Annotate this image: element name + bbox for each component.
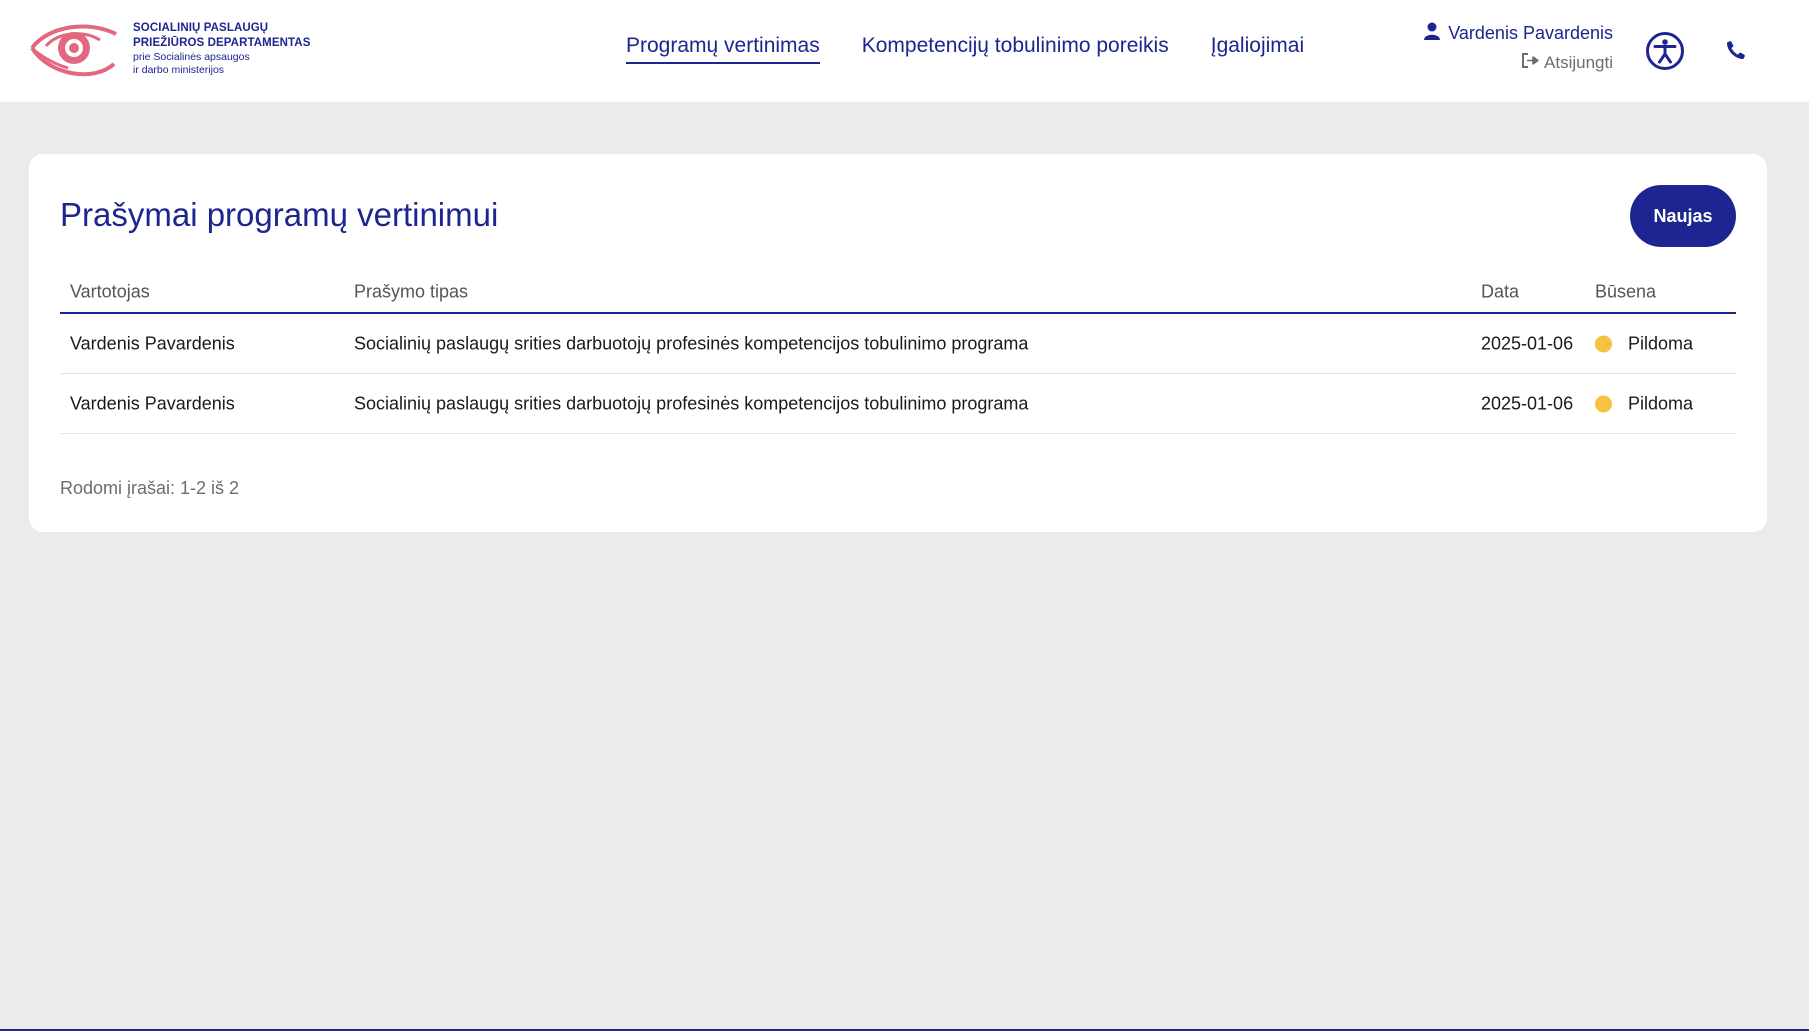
column-header-user[interactable]: Vartotojas xyxy=(70,282,150,303)
new-request-button[interactable]: Naujas xyxy=(1630,185,1736,247)
status-dot-icon xyxy=(1595,335,1612,352)
logo-subtitle-line: ir darbo ministerijos xyxy=(133,64,225,76)
accessibility-icon[interactable] xyxy=(1645,31,1685,71)
requests-card: Prašymai programų vertinimui Naujas Vart… xyxy=(29,154,1767,532)
row-request-type: Socialinių paslaugų srities darbuotojų p… xyxy=(354,333,1029,353)
status-badge: Pildoma xyxy=(1595,393,1693,414)
row-user: Vardenis Pavardenis xyxy=(70,333,235,353)
column-header-date[interactable]: Data xyxy=(1481,282,1519,303)
logo[interactable]: SOCIALINIŲ PASLAUGŲ PRIEŽIŪROS DEPARTAME… xyxy=(28,18,310,85)
records-count: Rodomi įrašai: 1-2 iš 2 xyxy=(60,478,240,498)
nav-programu-vertinimas[interactable]: Programų vertinimas xyxy=(626,34,820,64)
logout-label: Atsijungti xyxy=(1544,53,1613,72)
phone-icon[interactable] xyxy=(1724,38,1750,64)
sign-out-icon xyxy=(1521,53,1544,73)
row-request-type: Socialinių paslaugų srities darbuotojų p… xyxy=(354,393,1029,413)
row-date: 2025-01-06 xyxy=(1481,333,1574,353)
table-row[interactable]: Vardenis Pavardenis Socialinių paslaugų … xyxy=(60,314,1736,374)
row-date: 2025-01-06 xyxy=(1481,393,1574,413)
row-user: Vardenis Pavardenis xyxy=(70,393,235,413)
user-name: Vardenis Pavardenis xyxy=(1448,23,1613,43)
nav-kompetenciju-tobulinimo-poreikis[interactable]: Kompetencijų tobulinimo poreikis xyxy=(862,34,1169,64)
logo-title-line: SOCIALINIŲ PASLAUGŲ xyxy=(133,22,269,34)
nav-igaliojimai[interactable]: Įgaliojimai xyxy=(1211,34,1304,64)
status-label: Pildoma xyxy=(1628,393,1694,413)
logout-link[interactable]: Atsijungti xyxy=(1424,53,1613,73)
column-header-type[interactable]: Prašymo tipas xyxy=(354,282,468,303)
status-dot-icon xyxy=(1595,395,1612,412)
logo-subtitle-line: prie Socialinės apsaugos xyxy=(133,51,250,63)
user-icon xyxy=(1424,22,1448,45)
status-badge: Pildoma xyxy=(1595,333,1693,354)
status-label: Pildoma xyxy=(1628,333,1694,353)
eye-logo-icon xyxy=(28,18,120,85)
top-header: SOCIALINIŲ PASLAUGŲ PRIEŽIŪROS DEPARTAME… xyxy=(0,0,1809,102)
table-header: Vartotojas Prašymo tipas Data Būsena xyxy=(60,272,1736,314)
main-nav: Programų vertinimas Kompetencijų tobulin… xyxy=(626,34,1346,64)
requests-table: Vartotojas Prašymo tipas Data Būsena Var… xyxy=(60,272,1736,434)
table-row[interactable]: Vardenis Pavardenis Socialinių paslaugų … xyxy=(60,374,1736,434)
user-profile-link[interactable]: Vardenis Pavardenis xyxy=(1424,22,1613,45)
user-box: Vardenis Pavardenis Atsijungti xyxy=(1424,22,1613,73)
column-header-status[interactable]: Būsena xyxy=(1595,282,1656,303)
logo-title-line: PRIEŽIŪROS DEPARTAMENTAS xyxy=(133,37,311,49)
page-title: Prašymai programų vertinimui xyxy=(60,196,499,233)
